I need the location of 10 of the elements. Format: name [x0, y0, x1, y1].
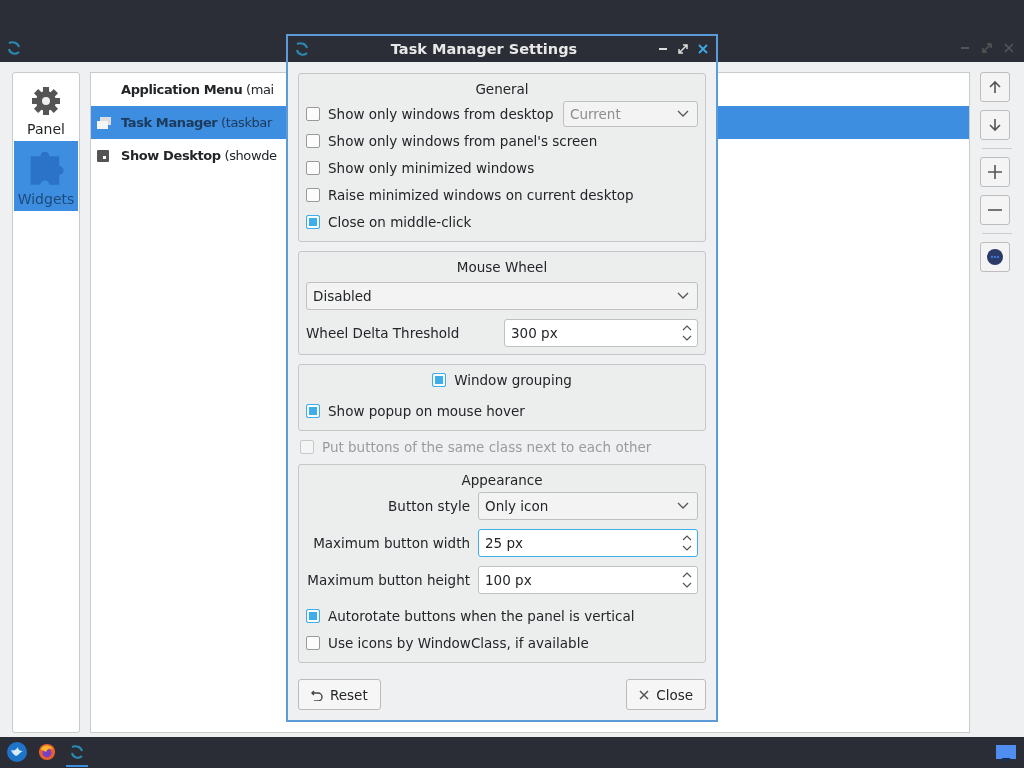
group-title: General — [474, 80, 530, 99]
dialog-title: Task Manager Settings — [389, 41, 579, 57]
field-label: Maximum button width — [312, 535, 470, 551]
field-label: Button style — [387, 498, 470, 514]
widget-name: Task Manager (taskbar — [121, 115, 272, 130]
widget-name: Show Desktop (showde — [121, 148, 277, 163]
group-title: Mouse Wheel — [455, 258, 549, 277]
group-title: Appearance — [460, 471, 544, 490]
field-label: Maximum button height — [306, 572, 470, 588]
field-label: Wheel Delta Threshold — [306, 325, 461, 341]
